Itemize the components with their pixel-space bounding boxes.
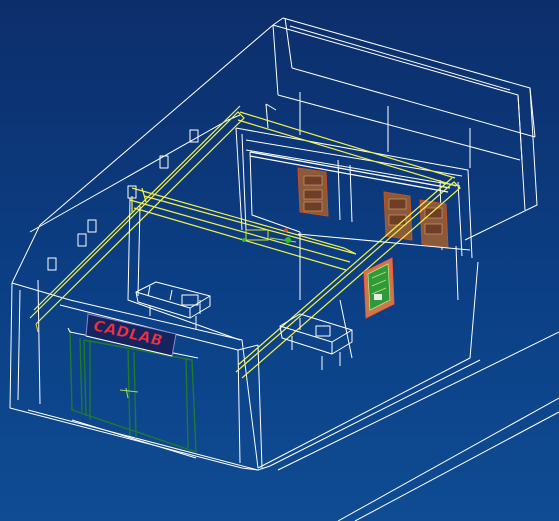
floor-outline: [127, 197, 471, 359]
wireframe-scene[interactable]: CADLAB: [0, 0, 559, 521]
cadlab-sign: CADLAB: [85, 313, 177, 357]
main-entrance-gate: [67, 327, 199, 459]
workbench-right: [279, 313, 353, 370]
ground-plane: [277, 331, 559, 521]
cad-viewport[interactable]: CADLAB: [0, 0, 559, 521]
building-outer-walls: [9, 17, 538, 471]
workbench-left: [135, 281, 211, 330]
